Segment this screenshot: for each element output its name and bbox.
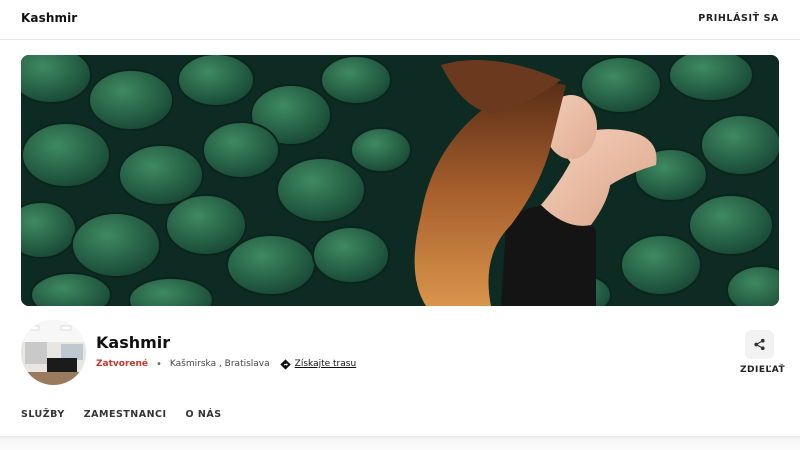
status-badge: Zatvorené <box>96 359 149 369</box>
salon-interior-image <box>21 320 86 385</box>
section-divider-shadow <box>0 436 800 450</box>
tab-staff[interactable]: ZAMESTNANCI <box>84 409 167 420</box>
section-tabs: SLUŽBY ZAMESTNANCI O NÁS <box>21 409 241 420</box>
separator-dot: • <box>156 358 162 370</box>
salon-meta: Zatvorené • Kašmirska , Bratislava Získa… <box>96 357 356 371</box>
share-label[interactable]: ZDIEĽAŤ <box>740 365 785 375</box>
get-directions-link[interactable]: Získajte trasu <box>279 358 357 370</box>
top-bar: Kashmir PRIHLÁSIŤ SA <box>0 0 800 40</box>
share-button[interactable] <box>745 330 774 359</box>
salon-name: Kashmir <box>96 333 171 352</box>
directions-icon <box>279 358 291 370</box>
hero-banner-image <box>21 55 779 306</box>
brand-logo[interactable]: Kashmir <box>21 11 77 25</box>
tab-services[interactable]: SLUŽBY <box>21 409 65 420</box>
salon-address: Kašmirska , Bratislava <box>169 359 270 369</box>
share-icon <box>754 338 765 351</box>
salon-avatar <box>21 320 86 385</box>
hero-illustration <box>21 55 779 306</box>
login-button[interactable]: PRIHLÁSIŤ SA <box>698 13 779 24</box>
tab-about[interactable]: O NÁS <box>186 409 222 420</box>
get-directions-label: Získajte trasu <box>294 359 357 369</box>
